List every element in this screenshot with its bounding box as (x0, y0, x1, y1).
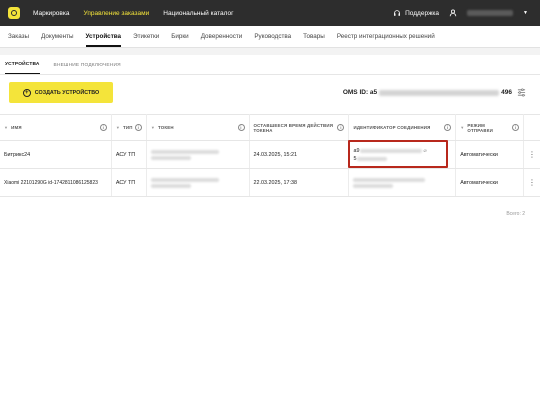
top-nav: Маркировка Управление заказами Националь… (33, 10, 233, 17)
subnav-powers-of-attorney[interactable]: Доверенности (201, 33, 243, 40)
oms-id-label: OMS ID: a5 (342, 89, 378, 96)
connection-id[interactable]: a9 Ø 5 (348, 140, 457, 169)
headset-icon (394, 10, 401, 16)
oms-id: OMS ID: a5 496 (343, 89, 512, 96)
create-device-button[interactable]: + СОЗДАТЬ УСТРОЙСТВО (9, 82, 113, 103)
connection-id-highlight (348, 140, 449, 168)
support-label: Поддержка (405, 9, 440, 17)
subnav-products[interactable]: Товары (303, 33, 325, 40)
devices-card: УСТРОЙСТВА ВНЕШНИЕ ПОДКЛЮЧЕНИЯ + СОЗДАТЬ… (0, 55, 540, 409)
user-icon (449, 9, 457, 17)
token-redacted (146, 168, 250, 197)
row-menu-icon[interactable]: ⋮ (523, 140, 540, 169)
sort-icon[interactable]: ▼ (151, 125, 155, 130)
sort-icon[interactable]: ▼ (116, 125, 120, 130)
header-token-expiry[interactable]: ОСТАВШЕЕСЯ ВРЕМЯ ДЕЙСТВИЯ ТОКЕНА i (249, 114, 350, 141)
device-name: Битрикс24 (0, 140, 112, 169)
send-mode: Автоматически (455, 168, 524, 197)
send-mode: Автоматически (455, 140, 524, 169)
info-icon[interactable]: i (511, 124, 519, 131)
token-redacted (146, 140, 250, 169)
token-expiry: 24.03.2025, 15:21 (249, 140, 350, 169)
logo-icon[interactable] (8, 7, 20, 19)
sort-icon[interactable]: ▼ (4, 125, 8, 130)
chevron-down-icon[interactable]: ▼ (523, 10, 528, 16)
table-row[interactable]: Xiaomi 22101290G id-1742811086125823 АСУ… (0, 168, 540, 197)
nav-marking[interactable]: Маркировка (33, 10, 69, 17)
device-name: Xiaomi 22101290G id-1742811086125823 (0, 168, 112, 197)
subnav-labels[interactable]: Этикетки (133, 33, 159, 40)
subnav-devices[interactable]: Устройства (85, 27, 122, 47)
devices-table: ▼ ИМЯ i ▼ ТИП i ▼ ТОКЕН i ОСТАВШЕЕСЯ ВРЕМЯ ДЕЙ… (0, 114, 540, 197)
tab-devices[interactable]: УСТРОЙСТВА (5, 62, 40, 74)
total-count: Всего: 2 (506, 211, 525, 217)
info-icon[interactable]: i (444, 124, 452, 131)
info-icon[interactable]: i (337, 124, 345, 131)
top-navigation-bar: Маркировка Управление заказами Националь… (0, 0, 540, 26)
sort-icon[interactable]: ▼ (460, 125, 464, 130)
info-icon[interactable]: i (237, 124, 245, 131)
devices-tabs: УСТРОЙСТВА ВНЕШНИЕ ПОДКЛЮЧЕНИЯ (0, 55, 540, 75)
plus-icon: + (22, 88, 31, 97)
tab-external-connections[interactable]: ВНЕШНИЕ ПОДКЛЮЧЕНИЯ (54, 63, 121, 74)
oms-id-suffix: 496 (501, 89, 512, 96)
table-row[interactable]: Битрикс24 АСУ ТП 24.03.2025, 15:21 a9 Ø 5… (0, 140, 540, 169)
subnav-integration-registry[interactable]: Реестр интеграционных решений (337, 33, 435, 40)
connection-id[interactable] (348, 168, 457, 197)
device-type: АСУ ТП (111, 168, 147, 197)
subnav-guides[interactable]: Руководства (254, 33, 291, 40)
sub-navigation: Заказы Документы Устройства Этикетки Бир… (0, 26, 540, 48)
nav-national-catalog[interactable]: Национальный каталог (163, 10, 233, 17)
subnav-tags[interactable]: Бирки (171, 33, 188, 40)
subnav-documents[interactable]: Документы (41, 33, 73, 40)
info-icon[interactable]: i (99, 124, 107, 131)
header-connection-id[interactable]: ИДЕНТИФИКАТОР СОЕДИНЕНИЯ i (348, 114, 457, 141)
row-menu-icon[interactable]: ⋮ (523, 168, 540, 197)
oms-id-redacted (379, 89, 500, 96)
token-expiry: 22.03.2025, 17:38 (249, 168, 350, 197)
user-name-redacted[interactable] (467, 10, 514, 16)
header-type[interactable]: ▼ ТИП i (111, 114, 147, 141)
header-name[interactable]: ▼ ИМЯ i (0, 114, 112, 141)
subnav-orders[interactable]: Заказы (8, 33, 29, 40)
nav-order-management[interactable]: Управление заказами (83, 10, 149, 17)
header-send-mode[interactable]: ▼ РЕЖИМ ОТПРАВКИ i (455, 114, 524, 141)
header-token[interactable]: ▼ ТОКЕН i (146, 114, 250, 141)
create-device-label: СОЗДАТЬ УСТРОЙСТВО (34, 89, 100, 96)
column-settings-icon[interactable] (517, 88, 526, 97)
info-icon[interactable]: i (134, 124, 142, 131)
support-link[interactable]: Поддержка (393, 9, 439, 17)
device-type: АСУ ТП (111, 140, 147, 169)
